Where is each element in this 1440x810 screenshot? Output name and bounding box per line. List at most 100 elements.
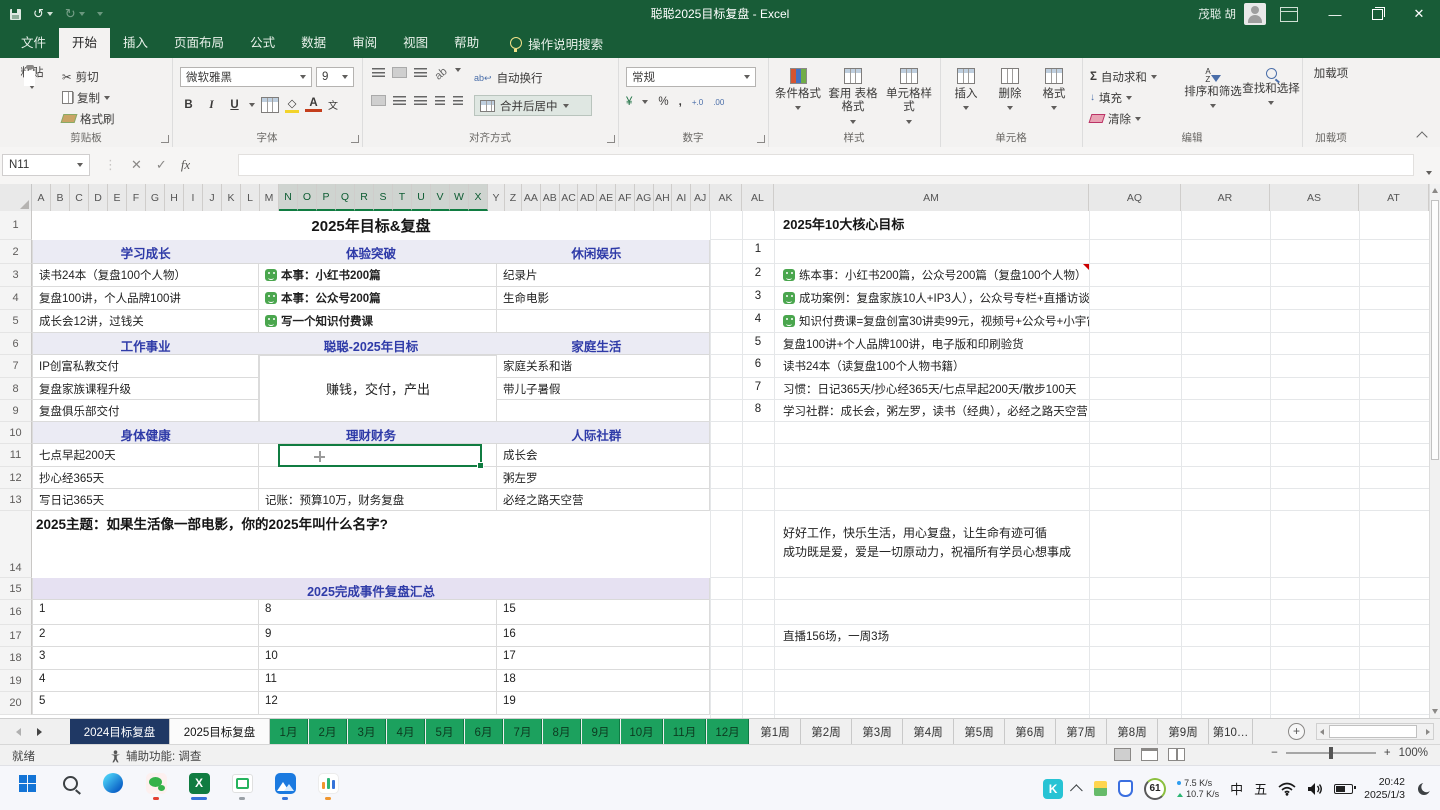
- spreadsheet-cell[interactable]: 读书24本（读复盘100个人物书籍）: [774, 355, 1089, 378]
- column-header[interactable]: AK: [710, 184, 742, 211]
- column-header[interactable]: AG: [635, 184, 654, 211]
- column-header[interactable]: AF: [616, 184, 635, 211]
- sort-filter-button[interactable]: AZ 排序和筛选: [1184, 68, 1242, 113]
- sheet-tab[interactable]: 第2周: [801, 719, 852, 744]
- italic-button[interactable]: I: [203, 99, 220, 111]
- category-header[interactable]: 学习成长: [33, 240, 258, 263]
- collapse-ribbon-icon[interactable]: [1416, 131, 1427, 142]
- start-button[interactable]: [14, 772, 40, 800]
- scroll-up-icon[interactable]: [1432, 188, 1438, 193]
- row-header[interactable]: 4: [0, 287, 32, 310]
- spreadsheet-cell[interactable]: 读书24本（复盘100个人物）: [32, 264, 259, 287]
- zoom-slider-thumb[interactable]: [1329, 747, 1333, 759]
- row-header[interactable]: 6: [0, 333, 32, 355]
- ime-language-indicator[interactable]: 中: [1230, 779, 1243, 798]
- spreadsheet-cell[interactable]: 习惯：日记365天/抄心经365天/七点早起200天/散步100天: [774, 378, 1089, 400]
- spreadsheet-cell[interactable]: 学习社群：成长会，粥左罗，读书（经典），必经之路天空营: [774, 400, 1089, 422]
- find-select-button[interactable]: 查找和选择: [1242, 68, 1300, 110]
- network-speed[interactable]: 7.5 K/s 10.7 K/s: [1177, 778, 1219, 800]
- redo-button[interactable]: ↻: [65, 6, 85, 22]
- security-shield-icon[interactable]: [1118, 780, 1133, 797]
- sheet-tab[interactable]: 4月: [387, 719, 425, 744]
- spreadsheet-cell[interactable]: 10: [259, 647, 497, 670]
- spreadsheet-cell[interactable]: 1: [742, 240, 774, 264]
- spreadsheet-cell[interactable]: 4: [32, 670, 259, 692]
- spreadsheet-cell[interactable]: 带儿子暑假: [497, 378, 710, 400]
- spreadsheet-cell[interactable]: 抄心经365天: [32, 467, 259, 489]
- category-header[interactable]: 休闲娱乐: [484, 240, 709, 263]
- column-header[interactable]: Q: [336, 184, 355, 211]
- speaker-icon[interactable]: [1307, 782, 1323, 796]
- clipboard-dialog-launcher[interactable]: [161, 135, 169, 143]
- sheet-tab[interactable]: 第6周: [1005, 719, 1056, 744]
- category-header[interactable]: 工作事业: [33, 333, 258, 354]
- column-header[interactable]: M: [260, 184, 279, 211]
- sheet-tab[interactable]: 2024目标复盘: [70, 719, 170, 744]
- copy-button[interactable]: 复制: [62, 87, 115, 108]
- row-header[interactable]: 18: [0, 647, 32, 670]
- align-center-icon[interactable]: [393, 96, 406, 105]
- spreadsheet-cell[interactable]: 复盘俱乐部交付: [32, 400, 259, 422]
- spreadsheet-cell[interactable]: 15: [497, 600, 710, 625]
- scroll-right-icon[interactable]: [1426, 729, 1430, 735]
- minimize-button[interactable]: —: [1314, 0, 1356, 28]
- category-header[interactable]: 家庭生活: [484, 333, 709, 354]
- row-header[interactable]: 5: [0, 310, 32, 333]
- font-dialog-launcher[interactable]: [351, 135, 359, 143]
- sheet-tab[interactable]: 2月: [309, 719, 347, 744]
- row-header[interactable]: 2: [0, 240, 32, 264]
- spreadsheet-cell[interactable]: 8: [742, 400, 774, 422]
- spreadsheet-cell[interactable]: 5: [32, 692, 259, 715]
- alignment-dialog-launcher[interactable]: [607, 135, 615, 143]
- increase-indent-icon[interactable]: [453, 96, 463, 105]
- font-size-select[interactable]: 9: [316, 67, 354, 87]
- column-header[interactable]: D: [89, 184, 108, 211]
- row-header[interactable]: 12: [0, 467, 32, 489]
- spreadsheet-cell[interactable]: 17: [497, 647, 710, 670]
- addins-button[interactable]: 加载项: [1312, 68, 1350, 81]
- spreadsheet-cell[interactable]: [259, 467, 497, 489]
- category-header[interactable]: 聪聪-2025年目标: [258, 333, 483, 354]
- spreadsheet-cell[interactable]: [497, 310, 710, 333]
- spreadsheet-cell[interactable]: 生命电影: [497, 287, 710, 310]
- snip-tool-button[interactable]: [229, 772, 255, 800]
- spreadsheet-cell[interactable]: 记账：预算10万，财务复盘: [259, 489, 497, 511]
- formula-input[interactable]: [238, 154, 1414, 176]
- page-layout-view-button[interactable]: [1141, 748, 1158, 761]
- column-header[interactable]: X: [469, 184, 488, 211]
- spreadsheet-cell[interactable]: 2: [32, 625, 259, 647]
- spreadsheet-cell[interactable]: 3: [32, 647, 259, 670]
- increase-decimal-icon[interactable]: +.0: [692, 98, 703, 107]
- spreadsheet-cell[interactable]: IP创富私教交付: [32, 355, 259, 378]
- column-header[interactable]: P: [317, 184, 336, 211]
- column-header[interactable]: G: [146, 184, 165, 211]
- borders-icon[interactable]: [261, 97, 279, 113]
- row-header[interactable]: 9: [0, 400, 32, 422]
- merge-center-button[interactable]: 合并后居中: [474, 95, 592, 116]
- next-sheets-icon[interactable]: [37, 728, 42, 736]
- percent-style-icon[interactable]: %: [658, 96, 668, 108]
- sheet-tab[interactable]: 10月: [621, 719, 663, 744]
- ribbon-tab[interactable]: 页面布局: [161, 28, 237, 58]
- spreadsheet-cell[interactable]: 家庭关系和谐: [497, 355, 710, 378]
- spreadsheet-cell[interactable]: 粥左罗: [497, 467, 710, 489]
- delete-cells-button[interactable]: 删除: [990, 68, 1030, 115]
- decrease-decimal-icon[interactable]: .00: [713, 98, 724, 107]
- column-header[interactable]: S: [374, 184, 393, 211]
- spreadsheet-cell[interactable]: 成长会: [497, 444, 710, 467]
- font-name-select[interactable]: 微软雅黑: [180, 67, 312, 87]
- ime-mode-indicator[interactable]: 五: [1254, 779, 1267, 798]
- row-header[interactable]: 14: [0, 511, 32, 578]
- column-header[interactable]: AL: [742, 184, 774, 211]
- normal-view-button[interactable]: [1114, 748, 1131, 761]
- sheet-tab[interactable]: 第1周: [750, 719, 801, 744]
- category-header[interactable]: 体验突破: [258, 240, 483, 263]
- vertical-scrollbar[interactable]: [1429, 184, 1440, 718]
- column-header[interactable]: B: [51, 184, 70, 211]
- selected-cell-outline[interactable]: [278, 444, 482, 467]
- summary-header-row[interactable]: 2025完成事件复盘汇总: [32, 578, 710, 600]
- spreadsheet-cell[interactable]: 复盘家族课程升级: [32, 378, 259, 400]
- customize-qat-button[interactable]: [97, 12, 103, 16]
- sheet-tab[interactable]: 第4周: [903, 719, 954, 744]
- insert-cells-button[interactable]: 插入: [946, 68, 986, 115]
